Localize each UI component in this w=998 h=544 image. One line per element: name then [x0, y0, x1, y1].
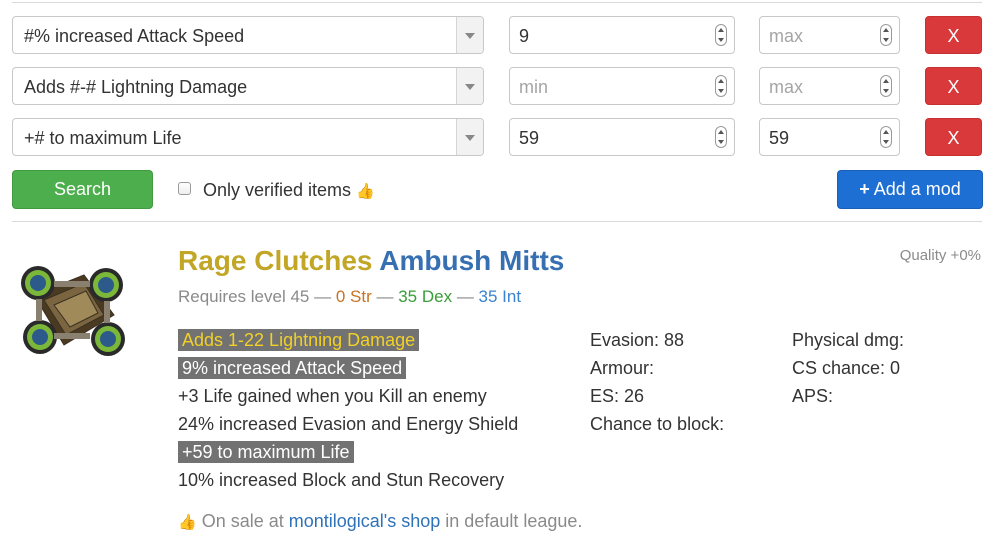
stat-armour: Armour:	[590, 358, 655, 378]
mod-select-value: +# to maximum Life	[24, 128, 182, 148]
mod-line: 9% increased Attack Speed	[178, 354, 518, 382]
mod-text: 9% increased Attack Speed	[178, 357, 407, 379]
min-input[interactable]: 9	[509, 16, 735, 54]
stat-evasion: Evasion: 88	[590, 330, 685, 350]
section-divider	[12, 221, 982, 222]
req-sep: —	[456, 287, 474, 306]
chevron-down-icon[interactable]	[456, 68, 483, 104]
thumbs-up-icon: 👍	[178, 514, 197, 531]
mod-select-value: Adds #-# Lightning Damage	[24, 77, 248, 97]
mod-line: +59 to maximum Life	[178, 438, 518, 466]
remove-mod-button[interactable]: X	[925, 67, 982, 105]
mod-text: 10% increased Block and Stun Recovery	[178, 470, 505, 490]
chevron-down-icon[interactable]	[456, 17, 483, 53]
mod-line: 24% increased Evasion and Energy Shield	[178, 410, 518, 438]
plus-icon: +	[859, 179, 870, 199]
offense-stats: Physical dmg: CS chance: 0 APS:	[792, 326, 904, 410]
defense-stats: Evasion: 88 Armour: ES: 26 Chance to blo…	[590, 326, 724, 438]
add-mod-button[interactable]: + Add a mod	[837, 170, 983, 209]
item-title: Rage Clutches Ambush Mitts	[178, 245, 564, 277]
mod-text: Adds 1-22 Lightning Damage	[178, 329, 420, 351]
mod-select-value: #% increased Attack Speed	[24, 26, 245, 46]
min-input[interactable]: 59	[509, 118, 735, 156]
stat-es: ES: 26	[590, 386, 645, 406]
mod-text: +3 Life gained when you Kill an enemy	[178, 386, 487, 406]
sale-info: 👍 On sale at montilogical's shop in defa…	[178, 511, 582, 532]
spinner-icon[interactable]	[880, 24, 892, 46]
top-divider	[12, 2, 982, 3]
item-gloves-icon	[21, 266, 125, 356]
mod-select[interactable]: #% increased Attack Speed	[12, 16, 484, 54]
min-placeholder: min	[519, 77, 549, 97]
verified-label[interactable]: Only verified items 👍	[203, 180, 375, 201]
item-requirements: Requires level 45 — 0 Str — 35 Dex — 35 …	[178, 287, 521, 307]
spinner-icon[interactable]	[715, 24, 727, 46]
remove-mod-button[interactable]: X	[925, 118, 982, 156]
filter-row: #% increased Attack Speed 9 max X	[12, 16, 988, 56]
max-placeholder: max	[769, 26, 804, 46]
add-mod-label: Add a mod	[873, 179, 961, 199]
shop-link[interactable]: montilogical's shop	[289, 511, 441, 531]
req-level: Requires level 45	[178, 287, 310, 306]
mod-select[interactable]: +# to maximum Life	[12, 118, 484, 156]
mod-text: +59 to maximum Life	[178, 441, 354, 463]
search-button[interactable]: Search	[12, 170, 153, 209]
mod-text: 24% increased Evasion and Energy Shield	[178, 414, 519, 434]
req-int: 35 Int	[478, 287, 522, 306]
stat-cs-chance: CS chance: 0	[792, 358, 901, 378]
max-input[interactable]: 59	[759, 118, 900, 156]
stat-physical-dmg: Physical dmg:	[792, 330, 905, 350]
filter-row: Adds #-# Lightning Damage min max X	[12, 67, 988, 107]
item-name-base: Ambush Mitts	[379, 245, 565, 276]
spinner-icon[interactable]	[715, 75, 727, 97]
spinner-icon[interactable]	[880, 126, 892, 148]
max-input[interactable]: max	[759, 16, 900, 54]
req-dex: 35 Dex	[398, 287, 453, 306]
mod-line: +3 Life gained when you Kill an enemy	[178, 382, 518, 410]
min-input[interactable]: min	[509, 67, 735, 105]
req-sep: —	[376, 287, 394, 306]
remove-mod-button[interactable]: X	[925, 16, 982, 54]
req-str: 0 Str	[335, 287, 372, 306]
item-mods: Adds 1-22 Lightning Damage 9% increased …	[178, 326, 518, 494]
max-placeholder: max	[769, 77, 804, 97]
verified-checkbox[interactable]	[178, 182, 191, 195]
sale-suffix: in default league.	[445, 511, 583, 531]
mod-select[interactable]: Adds #-# Lightning Damage	[12, 67, 484, 105]
min-value: 9	[519, 26, 530, 46]
verified-label-text: Only verified items	[203, 180, 352, 200]
sale-prefix: On sale at	[201, 511, 284, 531]
stat-block: Chance to block:	[590, 414, 725, 434]
req-sep: —	[314, 287, 332, 306]
spinner-icon[interactable]	[715, 126, 727, 148]
item-name-prefix: Rage Clutches	[178, 245, 373, 276]
stat-aps: APS:	[792, 386, 834, 406]
max-value: 59	[769, 128, 790, 148]
thumbs-up-icon: 👍	[356, 183, 375, 200]
mod-line: Adds 1-22 Lightning Damage	[178, 326, 518, 354]
chevron-down-icon[interactable]	[456, 119, 483, 155]
min-value: 59	[519, 128, 540, 148]
spinner-icon[interactable]	[880, 75, 892, 97]
mod-line: 10% increased Block and Stun Recovery	[178, 466, 518, 494]
max-input[interactable]: max	[759, 67, 900, 105]
item-quality: Quality +0%	[899, 247, 981, 264]
filter-row: +# to maximum Life 59 59 X	[12, 118, 988, 158]
